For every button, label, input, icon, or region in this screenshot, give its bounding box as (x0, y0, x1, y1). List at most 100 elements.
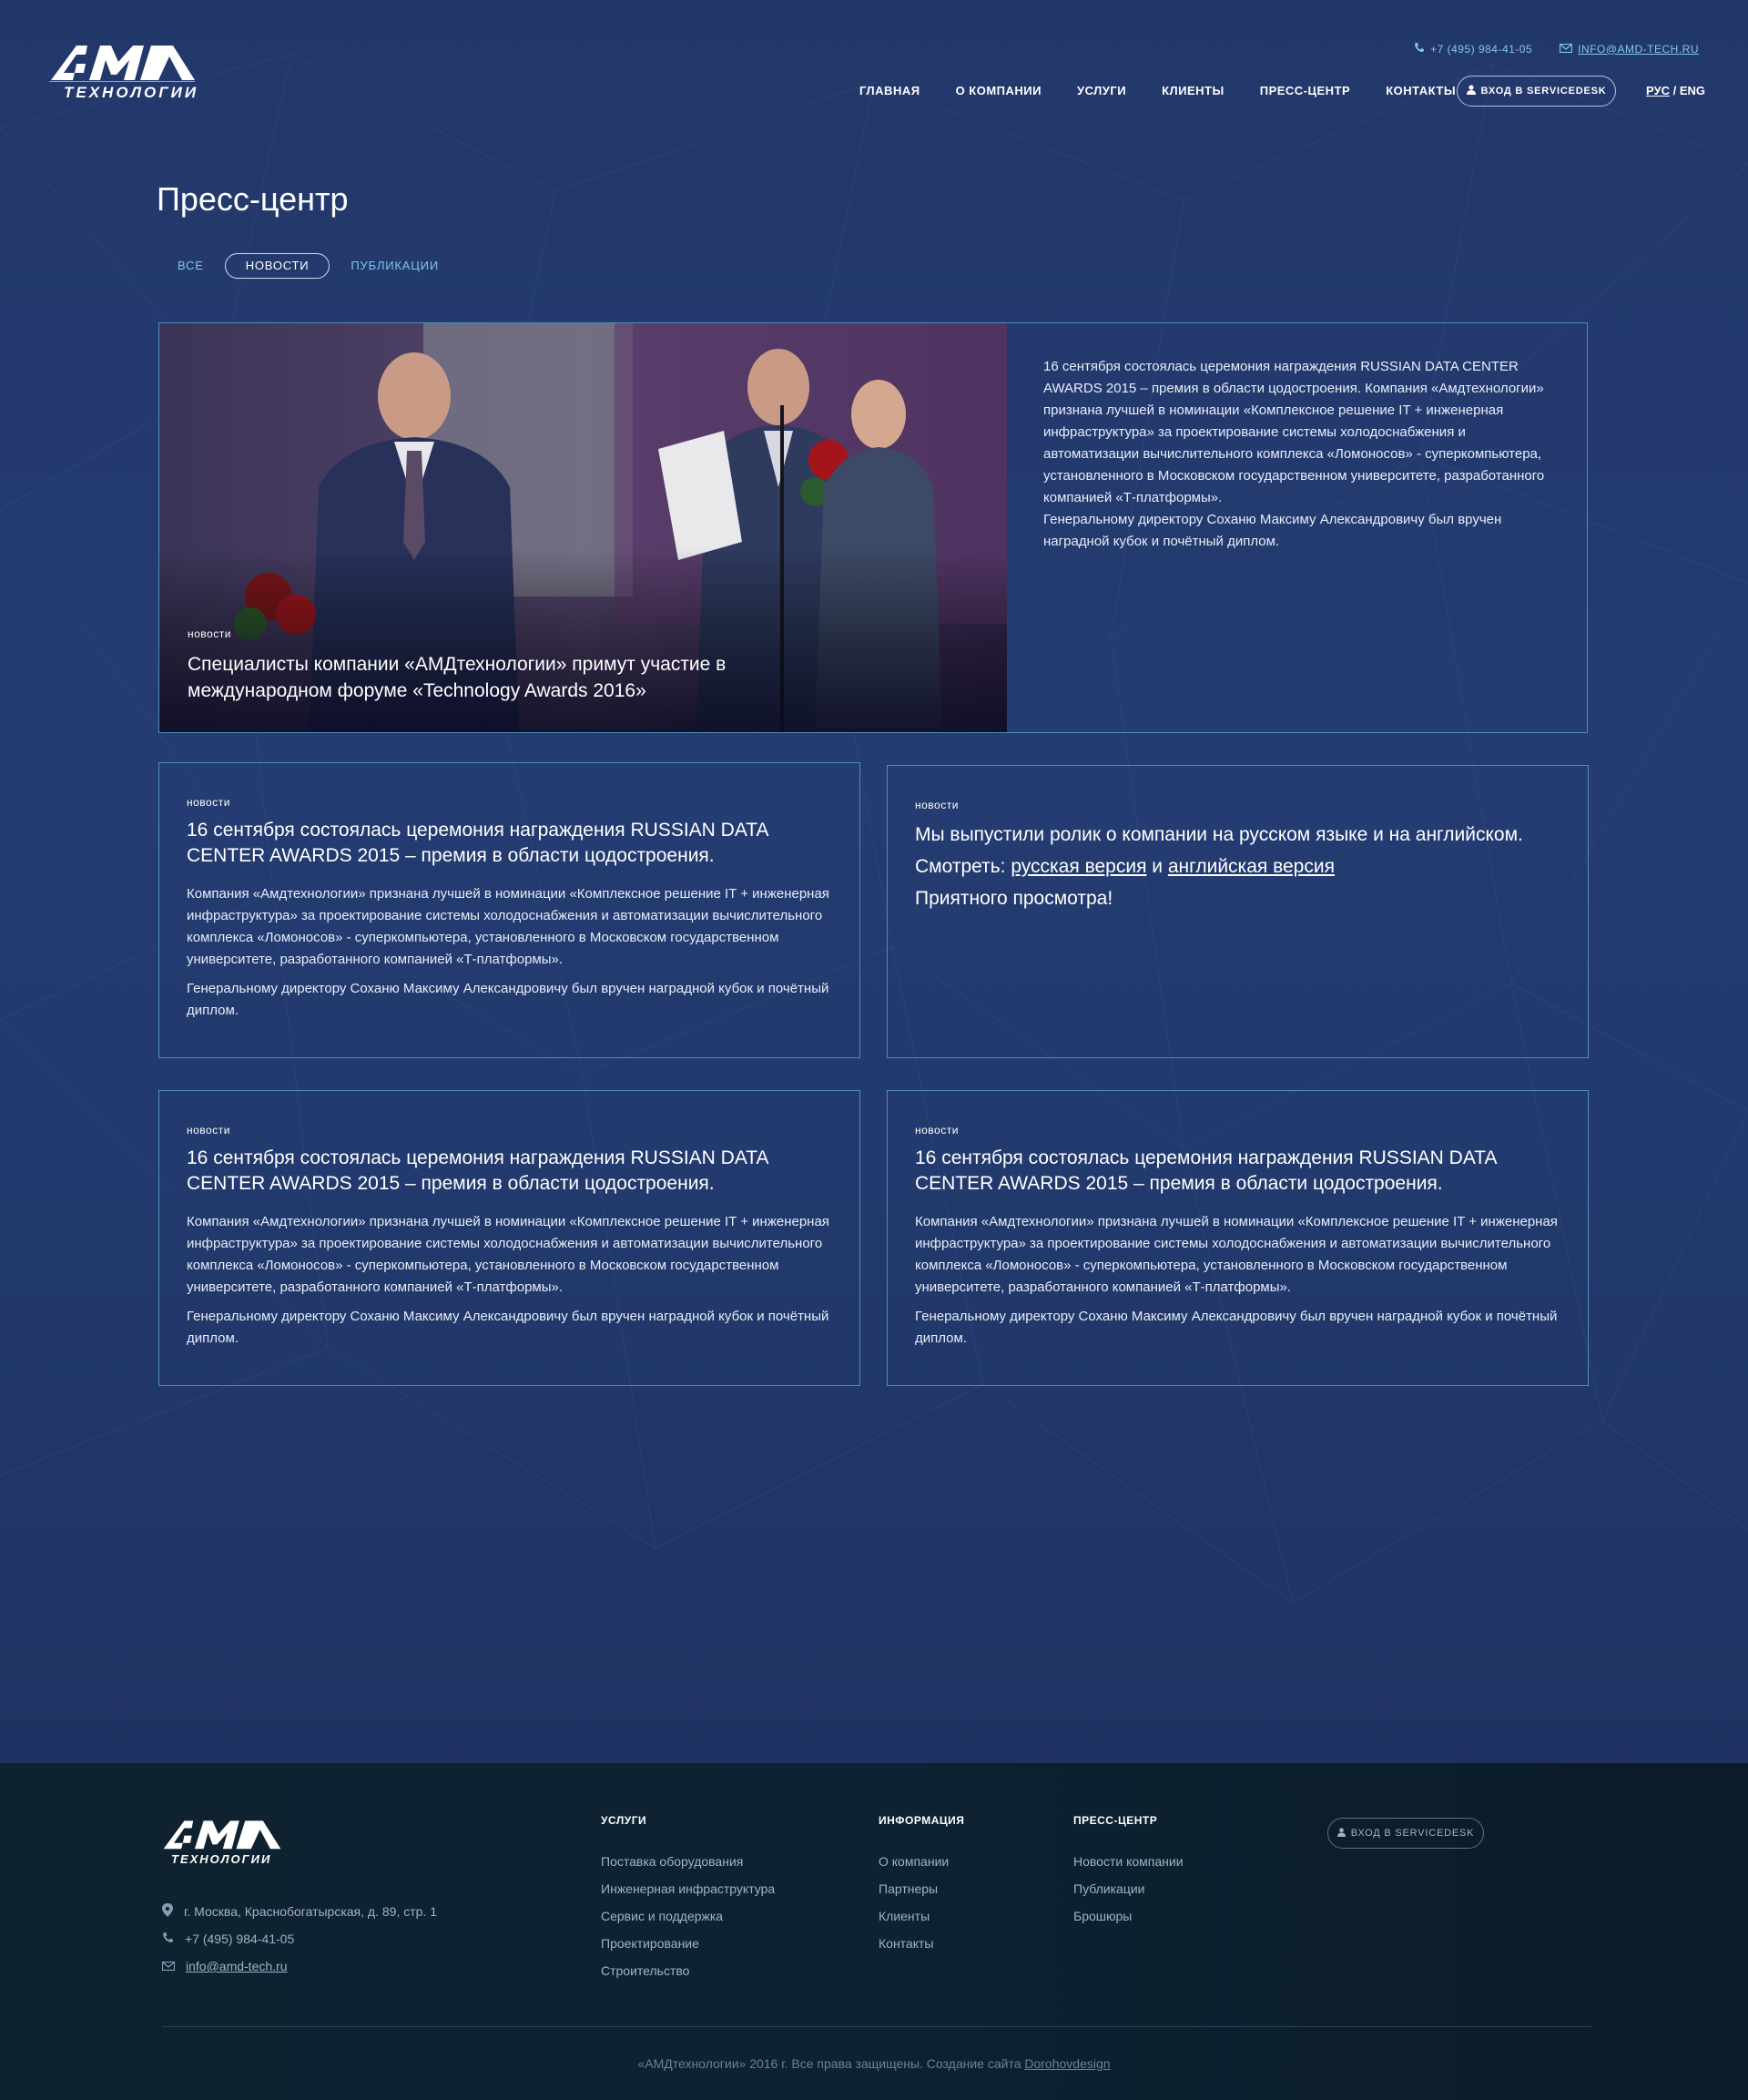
logo-subtitle: ТЕХНОЛОГИИ (64, 84, 199, 101)
card-category: новости (915, 1124, 959, 1137)
language-switcher: РУС / ENG (1646, 84, 1705, 97)
footer-col-press: ПРЕСС-ЦЕНТР Новости компании Публикации … (1073, 1814, 1184, 1930)
lang-en[interactable]: ENG (1680, 84, 1705, 97)
footer-link[interactable]: Строительство (601, 1957, 775, 1984)
location-icon (162, 1903, 173, 1920)
tab-all[interactable]: ВСЕ (157, 253, 225, 279)
header-phone[interactable]: +7 (495) 984-41-05 (1414, 42, 1532, 56)
footer-logo[interactable]: ТЕХНОЛОГИИ (162, 1818, 282, 1869)
featured-text-p1: 16 сентября состоялась церемония награжд… (1043, 359, 1545, 505)
card-body: Компания «Амдтехнологии» признана лучшей… (187, 1211, 838, 1350)
footer-link[interactable]: Контакты (879, 1930, 964, 1957)
nav-item-services[interactable]: УСЛУГИ (1077, 84, 1126, 97)
card-body-p2: Генеральному директору Соханю Максиму Ал… (915, 1309, 1558, 1346)
card-video-content: Мы выпустили ролик о компании на русском… (915, 819, 1561, 914)
footer-servicedesk-label: ВХОД В SERVICEDESK (1350, 1828, 1475, 1839)
card-video-line3: Приятного просмотра! (915, 888, 1113, 909)
user-icon (1466, 85, 1476, 97)
filter-tabs: ВСЕ НОВОСТИ ПУБЛИКАЦИИ (157, 253, 460, 279)
tab-publications[interactable]: ПУБЛИКАЦИИ (330, 253, 460, 279)
footer-link[interactable]: Брошюры (1073, 1902, 1184, 1930)
news-card[interactable]: новости 16 сентября состоялась церемония… (158, 762, 860, 1058)
footer-phone-text: +7 (495) 984-41-05 (185, 1932, 295, 1946)
lang-ru[interactable]: РУС (1646, 84, 1670, 97)
footer-email-text: info@amd-tech.ru (186, 1959, 288, 1973)
logo[interactable]: ТЕХНОЛОГИИ (49, 42, 197, 102)
card-body-p2: Генеральному директору Соханю Максиму Ал… (187, 1309, 829, 1346)
nav-item-press[interactable]: ПРЕСС-ЦЕНТР (1260, 84, 1350, 97)
footer-link[interactable]: Новости компании (1073, 1848, 1184, 1875)
card-body-p1: Компания «Амдтехнологии» признана лучшей… (915, 1214, 1558, 1295)
nav-item-contacts[interactable]: КОНТАКТЫ (1386, 84, 1456, 97)
news-card[interactable]: новости 16 сентября состоялась церемония… (158, 1090, 860, 1386)
copyright-text: «АМДтехнологии» 2016 г. Все права защище… (637, 2056, 1025, 2071)
servicedesk-button[interactable]: ВХОД В SERVICEDESK (1457, 76, 1616, 107)
footer-col-heading: ПРЕСС-ЦЕНТР (1073, 1814, 1158, 1827)
card-video-prefix: Смотреть: (915, 856, 1011, 877)
featured-description: 16 сентября состоялась церемония награжд… (1043, 356, 1553, 553)
featured-title[interactable]: Специалисты компании «АМДтехнологии» при… (188, 651, 770, 704)
card-body-p1: Компания «Амдтехнологии» признана лучшей… (187, 1214, 829, 1295)
user-icon (1336, 1827, 1346, 1840)
footer-contacts: г. Москва, Краснобогатырская, д. 89, стр… (161, 1898, 437, 1980)
footer-link[interactable]: Публикации (1073, 1875, 1184, 1902)
card-video-line2: Смотреть: русская версия и английская ве… (915, 851, 1561, 882)
link-russian-version[interactable]: русская версия (1011, 856, 1146, 877)
footer-link[interactable]: Партнеры (879, 1875, 964, 1902)
card-video-and: и (1146, 856, 1168, 877)
link-english-version[interactable]: английская версия (1168, 856, 1335, 877)
featured-category: новости (188, 627, 231, 640)
header-email-text: INFO@AMD-TECH.RU (1578, 42, 1699, 56)
card-body: Компания «Амдтехнологии» признана лучшей… (915, 1211, 1566, 1350)
card-title[interactable]: 16 сентября состоялась церемония награжд… (187, 1146, 833, 1197)
header-contacts: +7 (495) 984-41-05 INFO@AMD-TECH.RU (1414, 42, 1699, 56)
lang-separator: / (1672, 84, 1677, 97)
logo-mark (49, 46, 195, 83)
footer-email[interactable]: info@amd-tech.ru (161, 1952, 437, 1980)
nav-item-about[interactable]: О КОМПАНИИ (956, 84, 1042, 97)
featured-text-p2: Генеральному директору Соханю Максиму Ал… (1043, 512, 1502, 549)
footer-col-info: ИНФОРМАЦИЯ О компании Партнеры Клиенты К… (879, 1814, 964, 1957)
news-card-video[interactable]: новости Мы выпустили ролик о компании на… (887, 765, 1589, 1058)
main-nav: ГЛАВНАЯ О КОМПАНИИ УСЛУГИ КЛИЕНТЫ ПРЕСС-… (859, 84, 1491, 97)
footer-link[interactable]: Клиенты (879, 1902, 964, 1930)
footer-col-heading: ИНФОРМАЦИЯ (879, 1814, 965, 1827)
footer-address-text: г. Москва, Краснобогатырская, д. 89, стр… (184, 1904, 437, 1919)
mail-icon (161, 1959, 176, 1973)
site-header: ТЕХНОЛОГИИ +7 (495) 984-41-05 INFO@AMD-T… (0, 0, 1748, 127)
page-title: Пресс-центр (157, 180, 349, 218)
footer-link[interactable]: Поставка оборудования (601, 1848, 775, 1875)
footer-address: г. Москва, Краснобогатырская, д. 89, стр… (162, 1898, 437, 1925)
servicedesk-label: ВХОД В SERVICEDESK (1480, 86, 1607, 97)
card-body-p1: Компания «Амдтехнологии» признана лучшей… (187, 886, 829, 967)
card-body: Компания «Амдтехнологии» признана лучшей… (187, 883, 838, 1022)
header-email[interactable]: INFO@AMD-TECH.RU (1560, 43, 1699, 56)
footer-logo-subtitle: ТЕХНОЛОГИИ (171, 1852, 272, 1866)
footer-copyright: «АМДтехнологии» 2016 г. Все права защище… (0, 2056, 1748, 2071)
designer-link[interactable]: Dorohovdesign (1024, 2056, 1110, 2071)
news-card[interactable]: новости 16 сентября состоялась церемония… (887, 1090, 1589, 1386)
featured-news-card[interactable]: новости Специалисты компании «АМДтехноло… (158, 322, 1588, 733)
tab-news[interactable]: НОВОСТИ (224, 253, 330, 279)
footer-link[interactable]: Сервис и поддержка (601, 1902, 775, 1930)
phone-icon (1414, 42, 1425, 56)
nav-item-home[interactable]: ГЛАВНАЯ (859, 84, 920, 97)
featured-photo[interactable]: новости Специалисты компании «АМДтехноло… (159, 323, 1007, 732)
phone-icon (162, 1932, 174, 1946)
header-phone-text: +7 (495) 984-41-05 (1430, 42, 1533, 56)
nav-item-clients[interactable]: КЛИЕНТЫ (1162, 84, 1225, 97)
footer-link[interactable]: О компании (879, 1848, 964, 1875)
card-category: новости (915, 799, 959, 811)
footer-servicedesk-button[interactable]: ВХОД В SERVICEDESK (1327, 1818, 1484, 1849)
card-title[interactable]: 16 сентября состоялась церемония награжд… (187, 818, 833, 869)
card-body-p2: Генеральному директору Соханю Максиму Ал… (187, 981, 829, 1018)
footer-link[interactable]: Проектирование (601, 1930, 775, 1957)
mail-icon (1560, 43, 1573, 56)
site-footer: ТЕХНОЛОГИИ г. Москва, Краснобогатырская,… (0, 1763, 1748, 2100)
footer-col-services: УСЛУГИ Поставка оборудования Инженерная … (601, 1814, 775, 1984)
footer-link[interactable]: Инженерная инфраструктура (601, 1875, 775, 1902)
footer-col-heading: УСЛУГИ (601, 1814, 647, 1827)
card-category: новости (187, 796, 230, 809)
footer-phone[interactable]: +7 (495) 984-41-05 (162, 1925, 437, 1952)
card-title[interactable]: 16 сентября состоялась церемония награжд… (915, 1146, 1561, 1197)
